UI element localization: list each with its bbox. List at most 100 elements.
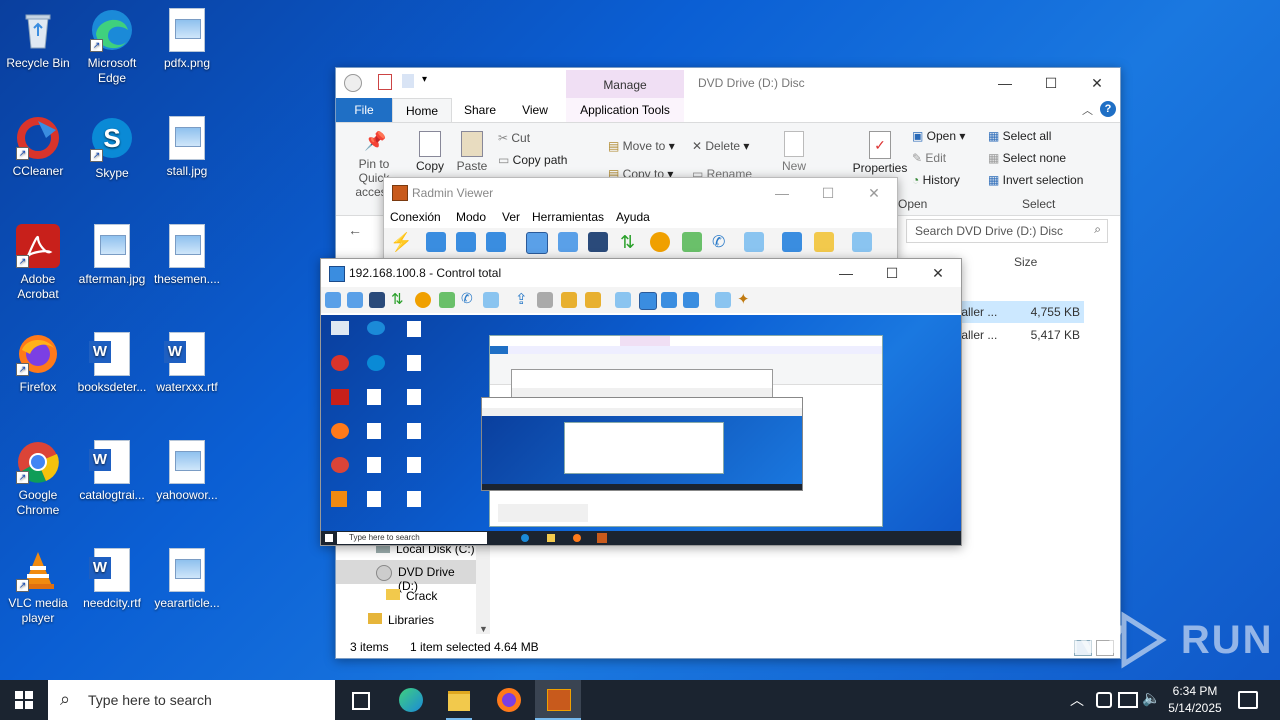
nav-item-libraries[interactable]: Libraries bbox=[368, 613, 478, 633]
cut-button[interactable]: ✂ Cut bbox=[498, 131, 530, 145]
desktop-icon-adobe-acrobat[interactable]: ↗ Adobe Acrobat bbox=[0, 224, 76, 302]
chat-icon[interactable] bbox=[439, 292, 455, 308]
manage-contextual-tab[interactable]: Manage bbox=[566, 70, 684, 98]
taskbar-search-box[interactable]: ⌕ Type here to search bbox=[48, 680, 335, 720]
clock[interactable]: 6:34 PM 5/14/2025 bbox=[1164, 683, 1226, 717]
control-minimize-button[interactable]: — bbox=[823, 259, 869, 287]
properties-quick-icon[interactable] bbox=[378, 74, 392, 90]
nav-item-crack[interactable]: Crack bbox=[386, 589, 486, 609]
copy-button[interactable]: Copy bbox=[412, 131, 448, 173]
view-only-mode-icon[interactable] bbox=[558, 232, 578, 252]
history-button[interactable]: ◔ History bbox=[912, 173, 960, 187]
column-header-size[interactable]: Size bbox=[1014, 255, 1037, 269]
desktop-icon-needcity[interactable]: W needcity.rtf bbox=[74, 548, 150, 611]
desktop-icon-google-chrome[interactable]: ↗ Google Chrome bbox=[0, 440, 76, 518]
file-row[interactable]: taller ... 4,755 KB bbox=[956, 301, 1084, 323]
menu-ayuda[interactable]: Ayuda bbox=[616, 210, 650, 224]
desktop-icon-vlc[interactable]: ↗ VLC media player bbox=[0, 548, 76, 626]
add-connection-icon[interactable] bbox=[426, 232, 446, 252]
desktop-icon-stall[interactable]: stall.jpg bbox=[149, 116, 225, 179]
tab-file[interactable]: File bbox=[336, 98, 392, 122]
taskbar-radmin-button[interactable] bbox=[535, 680, 581, 720]
close-button[interactable]: ✕ bbox=[1074, 68, 1120, 98]
shutdown-icon[interactable] bbox=[650, 232, 670, 252]
desktop-icon-pdfx[interactable]: pdfx.png bbox=[149, 8, 225, 71]
new-folder-quick-icon[interactable] bbox=[402, 74, 414, 88]
tab-home[interactable]: Home bbox=[392, 98, 452, 123]
help-icon[interactable]: ? bbox=[1100, 101, 1116, 117]
paste-button[interactable]: Paste bbox=[454, 131, 490, 173]
search-box[interactable]: Search DVD Drive (D:) Disc ⌕ bbox=[906, 219, 1108, 243]
show-hidden-icons-icon[interactable]: ︿ bbox=[1070, 690, 1084, 710]
scroll-down-icon[interactable]: ▼ bbox=[479, 624, 488, 634]
notifications-icon[interactable] bbox=[1238, 691, 1258, 709]
menu-modo[interactable]: Modo bbox=[456, 210, 486, 224]
desktop-icon-waterxxx[interactable]: W waterxxx.rtf bbox=[149, 332, 225, 395]
send-message-icon[interactable] bbox=[744, 232, 764, 252]
desktop-icon-microsoft-edge[interactable]: ↗ Microsoft Edge bbox=[74, 8, 150, 86]
folder-view-icon[interactable] bbox=[814, 232, 834, 252]
desktop-icon-yahoowor[interactable]: yahoowor... bbox=[149, 440, 225, 503]
fullscreen-icon[interactable] bbox=[661, 292, 677, 308]
tab-share[interactable]: Share bbox=[454, 98, 506, 122]
volume-icon[interactable]: 🔈 bbox=[1142, 689, 1161, 707]
power-icon[interactable] bbox=[415, 292, 431, 308]
delete-button[interactable]: ✕ Delete ▾ bbox=[692, 139, 749, 153]
desktop-icon-skype[interactable]: S ↗ Skype bbox=[74, 116, 150, 181]
menu-ver[interactable]: Ver bbox=[502, 210, 520, 224]
desktop-icon-catalogtrai[interactable]: W catalogtrai... bbox=[74, 440, 150, 503]
taskbar-edge-button[interactable] bbox=[390, 680, 430, 720]
select-all-button[interactable]: ▦ Select all bbox=[988, 129, 1051, 143]
send-keys-icon[interactable]: ⇪ bbox=[515, 290, 535, 310]
nav-scrollbar[interactable]: ▼ bbox=[476, 542, 490, 634]
control-mode-icon[interactable] bbox=[325, 292, 341, 308]
nav-item-dvd-drive[interactable]: DVD Drive (D:) bbox=[336, 560, 476, 593]
desktop-icon-recycle-bin[interactable]: Recycle Bin bbox=[0, 8, 76, 71]
connection-properties-icon[interactable] bbox=[486, 232, 506, 252]
properties-button[interactable]: ✓ Properties bbox=[852, 131, 908, 175]
minimize-button[interactable]: — bbox=[982, 68, 1028, 98]
taskbar-firefox-button[interactable] bbox=[488, 680, 530, 720]
clipboard-icon[interactable] bbox=[561, 292, 577, 308]
collapse-ribbon-icon[interactable]: ︿ bbox=[1082, 102, 1093, 118]
open-button[interactable]: ▣ Open ▾ bbox=[912, 129, 965, 143]
new-button[interactable]: New bbox=[776, 131, 812, 173]
back-arrow-icon[interactable]: ← bbox=[348, 222, 362, 238]
desktop-icon-yeararticle[interactable]: yeararticle... bbox=[149, 548, 225, 611]
connect-icon[interactable]: ⚡ bbox=[390, 232, 412, 252]
menu-herramientas[interactable]: Herramientas bbox=[532, 210, 604, 224]
maximize-button[interactable]: ☐ bbox=[1028, 68, 1074, 98]
file-transfer-icon[interactable]: ⇅ bbox=[620, 232, 640, 252]
scan-network-icon[interactable] bbox=[852, 232, 872, 252]
control-maximize-button[interactable]: ☐ bbox=[869, 259, 915, 287]
window-mode-icon[interactable] bbox=[615, 292, 631, 308]
telnet-icon[interactable] bbox=[369, 292, 385, 308]
radmin-maximize-button[interactable]: ☐ bbox=[805, 178, 851, 208]
taskbar-file-explorer-button[interactable] bbox=[438, 680, 480, 720]
remote-desktop-view[interactable]: Type here to search bbox=[321, 315, 961, 545]
move-to-button[interactable]: ▤ Move to ▾ bbox=[608, 139, 675, 153]
settings-tools-icon[interactable]: ✦ bbox=[737, 290, 757, 310]
desktop-icon-firefox[interactable]: ↗ Firefox bbox=[0, 332, 76, 395]
scale-icon[interactable] bbox=[683, 292, 699, 308]
transfer-icon[interactable]: ⇅ bbox=[391, 290, 411, 310]
tab-application-tools[interactable]: Application Tools bbox=[566, 98, 684, 122]
control-close-button[interactable]: ✕ bbox=[915, 259, 961, 287]
customize-qat-icon[interactable]: ▾ bbox=[422, 74, 427, 85]
telnet-mode-icon[interactable] bbox=[588, 232, 608, 252]
chat-icon[interactable] bbox=[682, 232, 702, 252]
screenshot-icon[interactable] bbox=[715, 292, 731, 308]
tab-view[interactable]: View bbox=[510, 98, 560, 122]
voice-chat-icon[interactable]: ✆ bbox=[712, 232, 732, 252]
radmin-close-button[interactable]: ✕ bbox=[851, 178, 897, 208]
delete-connection-icon[interactable] bbox=[456, 232, 476, 252]
desktop-icon-booksdeter[interactable]: W booksdeter... bbox=[74, 332, 150, 395]
desktop-icon-thesemen[interactable]: thesemen.... bbox=[149, 224, 225, 287]
tray-device-icon[interactable] bbox=[1096, 692, 1112, 708]
message-icon[interactable] bbox=[483, 292, 499, 308]
full-control-mode-icon[interactable] bbox=[526, 232, 548, 254]
start-button[interactable] bbox=[0, 680, 48, 720]
invert-selection-button[interactable]: ▦ Invert selection bbox=[988, 173, 1083, 187]
desktop-icon-ccleaner[interactable]: ↗ CCleaner bbox=[0, 116, 76, 179]
network-icon[interactable] bbox=[1118, 692, 1138, 708]
